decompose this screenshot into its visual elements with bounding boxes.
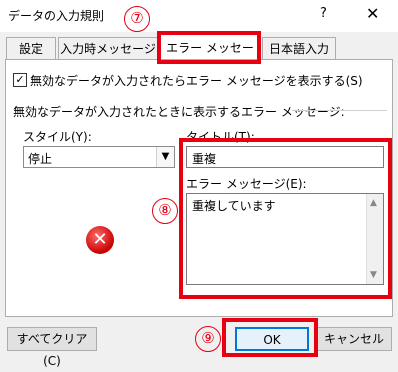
style-label: スタイル(Y): <box>23 130 92 144</box>
error-stop-icon: ✕ <box>86 226 114 254</box>
show-error-checkbox-label: 無効なデータが入力されたらエラー メッセージを表示する(S) <box>30 74 363 88</box>
help-icon[interactable]: ? <box>320 6 327 21</box>
chevron-down-icon[interactable]: ▼ <box>156 147 174 167</box>
annotation-box-message-fields <box>179 138 392 299</box>
style-select[interactable]: 停止 ▼ <box>23 146 175 168</box>
annotation-step-8: ⑧ <box>152 198 178 224</box>
annotation-box-ok <box>222 318 318 357</box>
annotation-box-error-tab <box>157 31 261 64</box>
cancel-button[interactable]: キャンセル <box>316 327 392 351</box>
style-value: 停止 <box>28 152 53 166</box>
show-error-checkbox[interactable]: ✓ <box>13 73 27 87</box>
section-divider <box>292 110 387 111</box>
close-icon[interactable]: ✕ <box>366 4 379 23</box>
annotation-step-9: ⑨ <box>195 326 221 352</box>
dialog-title: データの入力規則 <box>8 9 105 23</box>
clear-all-button[interactable]: すべてクリア(C) <box>7 327 97 368</box>
tab-settings[interactable]: 設定 <box>6 37 56 60</box>
tab-input-message[interactable]: 入力時メッセージ <box>58 37 158 60</box>
annotation-step-7: ⑦ <box>124 6 150 32</box>
section-label: 無効なデータが入力されたときに表示するエラー メッセージ: <box>13 105 345 119</box>
tab-japanese-input[interactable]: 日本語入力 <box>262 37 336 60</box>
